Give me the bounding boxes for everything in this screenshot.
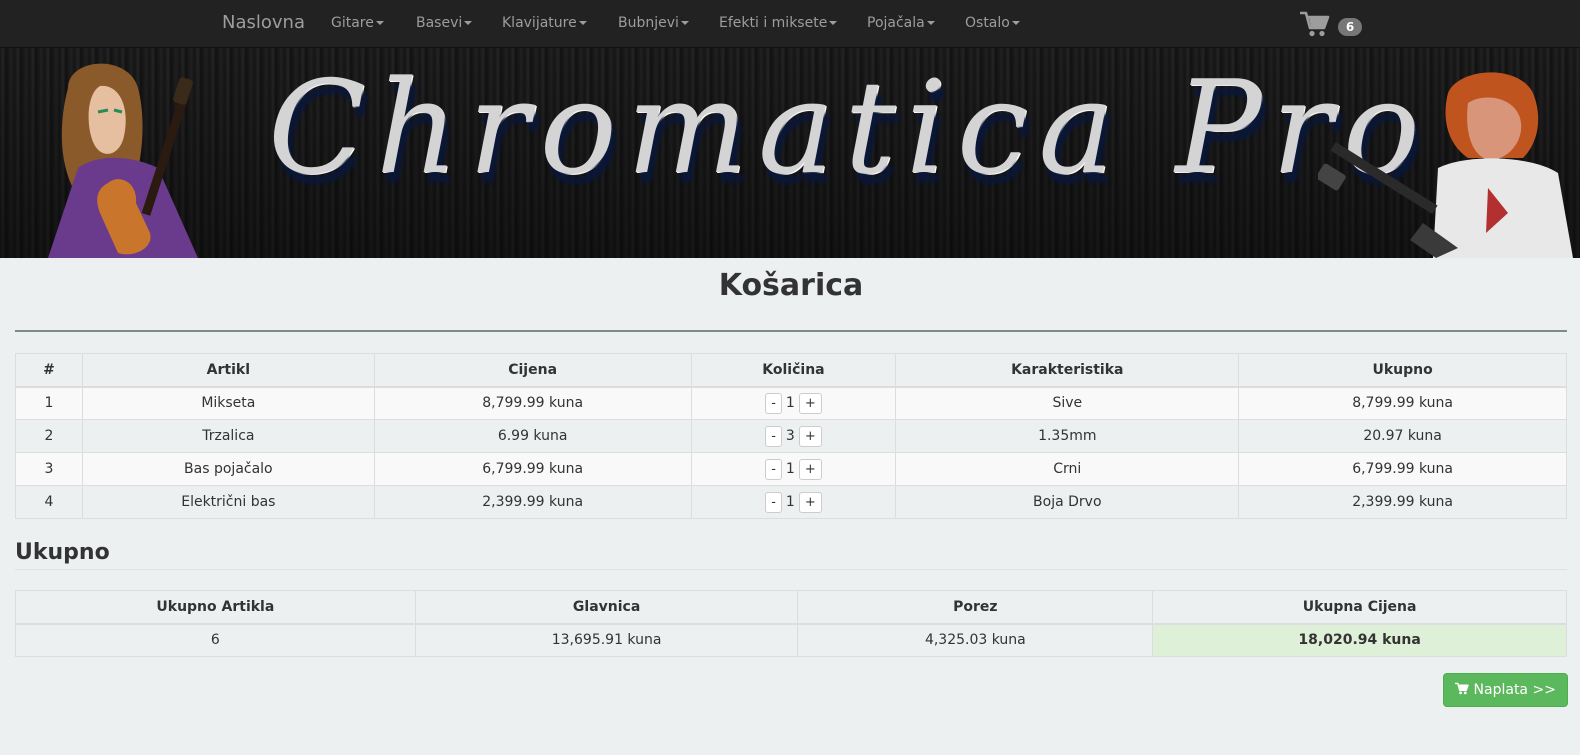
column-header: Porez [797,590,1154,625]
item-total: 8,799.99 kuna [1238,386,1567,420]
checkout-button[interactable]: Naplata >> [1443,673,1568,707]
top-navbar: Naslovna Gitare Basevi Klavijature Bubnj… [0,0,1580,48]
item-name: Električni bas [81,485,375,519]
column-header: Glavnica [414,590,799,625]
row-number: 4 [15,485,83,519]
row-number: 1 [15,386,83,420]
item-feature: Crni [895,452,1240,486]
summary-divider [15,569,1567,570]
page-title: Košarica [718,268,864,303]
shopping-cart-icon [1300,11,1330,37]
table-header-row: Ukupno Artikla Glavnica Porez Ukupna Cij… [15,590,1567,625]
table-row: 4 Električni bas 2,399.99 kuna - 1 + Boj… [15,485,1567,519]
nav-item-label: Ostalo [965,15,1010,31]
decrease-quantity-button[interactable]: - [765,392,782,414]
nav-item-label: Pojačala [867,15,925,31]
grand-total: 18,020.94 kuna [1152,623,1567,657]
nav-item-pojacala[interactable]: Pojačala [867,0,935,46]
rocker-guy-illustration [1318,72,1573,258]
column-header: # [15,353,83,388]
nav-item-label: Gitare [331,15,374,31]
checkout-label: Naplata >> [1473,682,1556,698]
caret-down-icon [1011,21,1020,25]
item-name: Mikseta [81,386,375,420]
nav-item-ostalo[interactable]: Ostalo [965,0,1020,46]
table-row: 2 Trzalica 6.99 kuna - 3 + 1.35mm 20.97 … [15,419,1567,453]
caret-down-icon [926,21,935,25]
quantity-stepper: - 1 + [765,491,822,513]
item-name: Bas pojačalo [81,452,375,486]
nav-item-klavijature[interactable]: Klavijature [502,0,587,46]
caret-down-icon [464,21,473,25]
shopping-cart-icon [1454,682,1469,695]
item-name: Trzalica [81,419,375,453]
decrease-quantity-button[interactable]: - [765,491,782,513]
row-number: 3 [15,452,83,486]
total-items-count: 6 [15,623,416,657]
column-header: Ukupna Cijena [1152,590,1567,625]
quantity-cell: - 1 + [690,485,897,519]
quantity-cell: - 3 + [690,419,897,453]
increase-quantity-button[interactable]: + [798,491,822,513]
caret-down-icon [680,21,689,25]
quantity-value: 1 [785,395,795,412]
quantity-cell: - 1 + [690,452,897,486]
nav-item-bubnjevi[interactable]: Bubnjevi [618,0,689,46]
column-header: Ukupno [1238,353,1567,388]
column-header: Ukupno Artikla [15,590,416,625]
cart-count-badge: 6 [1338,18,1362,36]
nav-item-label: Klavijature [502,15,577,31]
quantity-value: 1 [785,461,795,477]
title-divider [15,330,1567,332]
decrease-quantity-button[interactable]: - [765,458,782,480]
column-header: Količina [690,353,897,388]
caret-down-icon [578,21,587,25]
increase-quantity-button[interactable]: + [798,458,822,480]
table-row: 3 Bas pojačalo 6,799.99 kuna - 1 + Crni … [15,452,1567,486]
item-feature: 1.35mm [895,419,1240,453]
quantity-stepper: - 1 + [765,458,822,480]
table-row: 1 Mikseta 8,799.99 kuna - 1 + Sive 8,799… [15,386,1567,420]
nav-item-label: Basevi [416,15,463,31]
rocker-girl-illustration [48,63,198,258]
increase-quantity-button[interactable]: + [798,392,822,414]
summary-heading: Ukupno [15,540,110,565]
item-total: 20.97 kuna [1238,419,1567,453]
item-price: 8,799.99 kuna [373,386,692,420]
summary-table: Ukupno Artikla Glavnica Porez Ukupna Cij… [15,590,1567,657]
column-header: Karakteristika [895,353,1240,388]
quantity-value: 3 [785,428,795,444]
quantity-stepper: - 3 + [765,425,822,447]
quantity-value: 1 [785,494,795,510]
nav-item-basevi[interactable]: Basevi [416,0,473,46]
item-total: 6,799.99 kuna [1238,452,1567,486]
header-banner: Chromatica Pro [0,48,1580,258]
quantity-cell: - 1 + [690,386,897,420]
banner-title: Chromatica Pro [268,54,1430,203]
cart-table: # Artikl Cijena Količina Karakteristika … [15,353,1567,519]
item-price: 6,799.99 kuna [373,452,692,486]
caret-down-icon [375,21,384,25]
tax-amount: 4,325.03 kuna [797,623,1154,657]
table-header-row: # Artikl Cijena Količina Karakteristika … [15,353,1567,388]
nav-item-efekti[interactable]: Efekti i miksete [719,0,838,46]
caret-down-icon [829,21,838,25]
item-feature: Sive [895,386,1240,420]
item-price: 6.99 kuna [373,419,692,453]
nav-item-label: Bubnjevi [618,15,679,31]
principal-amount: 13,695.91 kuna [414,623,799,657]
increase-quantity-button[interactable]: + [798,425,822,447]
nav-home-link[interactable]: Naslovna [222,0,305,46]
nav-item-label: Efekti i miksete [719,15,828,31]
nav-item-gitare[interactable]: Gitare [331,0,384,46]
item-total: 2,399.99 kuna [1238,485,1567,519]
quantity-stepper: - 1 + [765,392,822,414]
item-feature: Boja Drvo [895,485,1240,519]
row-number: 2 [15,419,83,453]
decrease-quantity-button[interactable]: - [765,425,782,447]
item-price: 2,399.99 kuna [373,485,692,519]
column-header: Artikl [81,353,375,388]
column-header: Cijena [373,353,692,388]
table-row: 6 13,695.91 kuna 4,325.03 kuna 18,020.94… [15,623,1567,657]
